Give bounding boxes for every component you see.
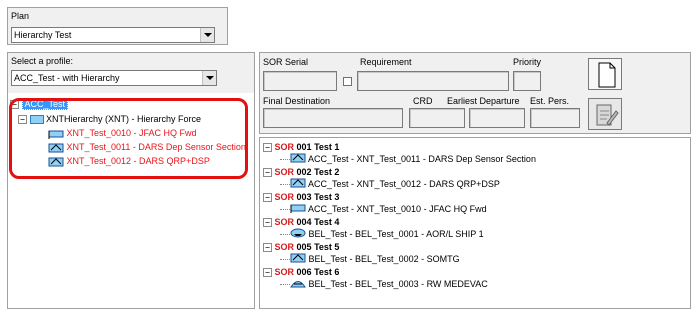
sor-tree[interactable]: − SOR 001 Test 1 ACC_Test - XNT_Test_001…	[259, 137, 691, 309]
sor-serial-label: SOR Serial	[263, 57, 309, 67]
sor-child[interactable]: BEL_Test - BEL_Test_0001 - AOR/L SHIP 1	[280, 228, 484, 241]
sor-row[interactable]: − SOR 001 Test 1	[263, 141, 339, 153]
new-document-button[interactable]	[588, 58, 622, 90]
sor-tag: SOR	[274, 142, 295, 152]
sor-tag: SOR	[274, 217, 295, 227]
sor-row[interactable]: − SOR 005 Test 5	[263, 241, 339, 253]
plan-select-value: Hierarchy Test	[14, 30, 72, 40]
sor-serial-field[interactable]	[263, 71, 337, 91]
sor-tag: SOR	[274, 192, 295, 202]
est-pers-field[interactable]	[530, 108, 580, 128]
crd-field[interactable]	[409, 108, 465, 128]
final-destination-field[interactable]	[263, 108, 403, 128]
sor-title[interactable]: 002 Test 2	[297, 167, 340, 177]
collapse-icon[interactable]: −	[263, 268, 272, 278]
sor-row[interactable]: − SOR 003 Test 3	[263, 191, 339, 203]
sor-child-label[interactable]: BEL_Test - BEL_Test_0002 - SOMTG	[309, 254, 460, 264]
final-destination-label: Final Destination	[263, 96, 331, 106]
requirement-label: Requirement	[360, 57, 412, 67]
requirement-field[interactable]	[357, 71, 509, 91]
ship-icon	[290, 228, 306, 241]
collapse-icon[interactable]: −	[263, 243, 272, 253]
highlight-callout	[9, 98, 248, 179]
priority-field[interactable]	[513, 71, 541, 91]
sor-title[interactable]: 004 Test 4	[297, 217, 340, 227]
edit-document-icon	[596, 104, 619, 126]
collapse-icon[interactable]: −	[263, 218, 272, 228]
unit-icon	[290, 253, 306, 266]
sor-child-label[interactable]: ACC_Test - XNT_Test_0011 - DARS Dep Sens…	[308, 154, 536, 164]
sor-title[interactable]: 003 Test 3	[297, 192, 340, 202]
sor-title[interactable]: 001 Test 1	[297, 142, 340, 152]
sor-child-label[interactable]: ACC_Test - XNT_Test_0012 - DARS QRP+DSP	[308, 179, 500, 189]
sor-checkbox[interactable]	[343, 77, 352, 86]
crd-label: CRD	[413, 96, 433, 106]
chevron-down-icon[interactable]	[200, 28, 214, 42]
profile-select-value: ACC_Test - with Hierarchy	[14, 73, 120, 83]
sor-child[interactable]: BEL_Test - BEL_Test_0002 - SOMTG	[280, 253, 460, 266]
est-pers-label: Est. Pers.	[530, 96, 570, 106]
collapse-icon[interactable]: −	[263, 168, 272, 178]
profile-group: Select a profile: ACC_Test - with Hierar…	[7, 52, 255, 309]
plan-group: Plan Hierarchy Test	[7, 7, 228, 45]
sor-row[interactable]: − SOR 006 Test 6	[263, 266, 339, 278]
sor-tag: SOR	[274, 167, 295, 177]
priority-label: Priority	[513, 57, 542, 67]
sor-tag: SOR	[274, 267, 295, 277]
edit-document-button[interactable]	[588, 98, 622, 130]
profile-select[interactable]: ACC_Test - with Hierarchy	[11, 70, 217, 86]
sor-child-label[interactable]: ACC_Test - XNT_Test_0010 - JFAC HQ Fwd	[308, 204, 487, 214]
sor-row[interactable]: − SOR 004 Test 4	[263, 216, 339, 228]
sor-child[interactable]: BEL_Test - BEL_Test_0003 - RW MEDEVAC	[280, 278, 488, 291]
sor-child-label[interactable]: BEL_Test - BEL_Test_0001 - AOR/L SHIP 1	[309, 229, 484, 239]
plan-label: Plan	[11, 11, 30, 21]
plan-select[interactable]: Hierarchy Test	[11, 27, 215, 43]
collapse-icon[interactable]: −	[263, 193, 272, 203]
detail-group: SOR Serial Requirement Priority Final De…	[259, 52, 691, 134]
profile-label: Select a profile:	[11, 56, 74, 66]
new-document-icon	[598, 62, 616, 88]
sor-row[interactable]: − SOR 002 Test 2	[263, 166, 339, 178]
earliest-departure-field[interactable]	[469, 108, 525, 128]
unit-icon	[290, 178, 306, 191]
sor-title[interactable]: 005 Test 5	[297, 242, 340, 252]
sor-child[interactable]: ACC_Test - XNT_Test_0012 - DARS QRP+DSP	[280, 178, 500, 191]
unit-icon	[290, 153, 306, 166]
sor-child-label[interactable]: BEL_Test - BEL_Test_0003 - RW MEDEVAC	[309, 279, 488, 289]
sor-title[interactable]: 006 Test 6	[297, 267, 340, 277]
sor-child[interactable]: ACC_Test - XNT_Test_0010 - JFAC HQ Fwd	[280, 203, 487, 216]
sor-child[interactable]: ACC_Test - XNT_Test_0011 - DARS Dep Sens…	[280, 153, 536, 166]
sor-tag: SOR	[274, 242, 295, 252]
earliest-departure-label: Earliest Departure	[447, 96, 520, 106]
chevron-down-icon[interactable]	[202, 71, 216, 85]
helicopter-icon	[290, 278, 306, 291]
flag-icon	[290, 203, 306, 216]
collapse-icon[interactable]: −	[263, 143, 272, 153]
